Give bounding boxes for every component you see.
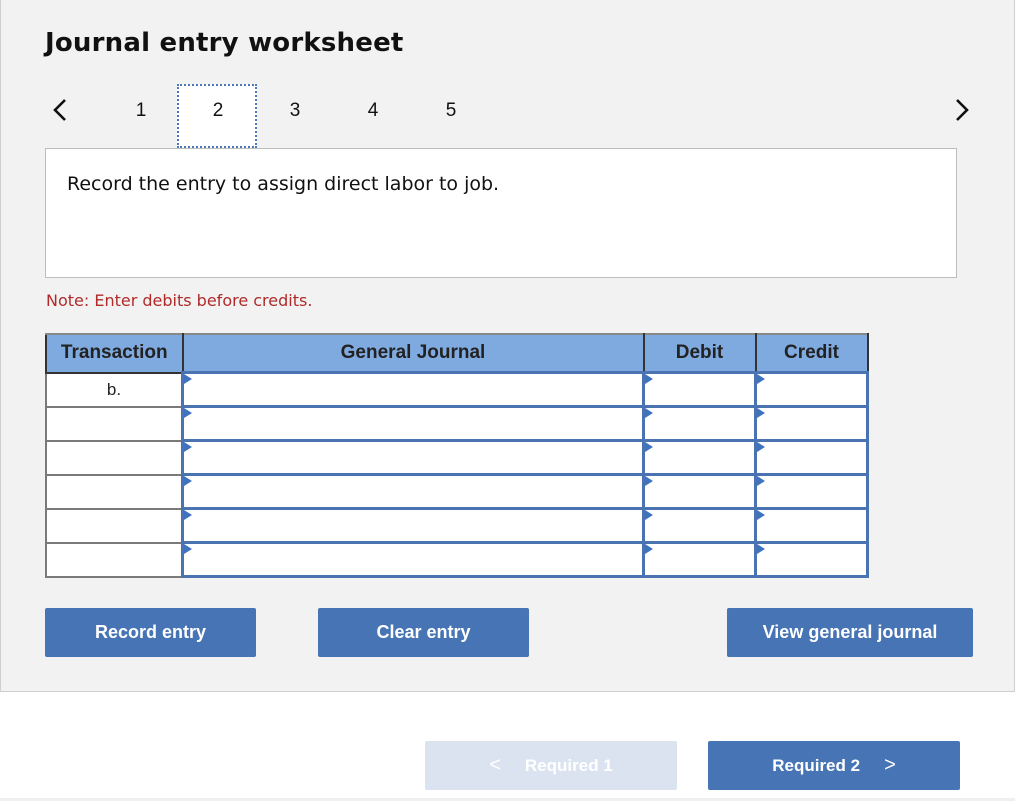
page-title: Journal entry worksheet: [45, 28, 404, 58]
credit-input[interactable]: [754, 507, 869, 544]
debit-input[interactable]: [642, 473, 757, 510]
worksheet-panel: Journal entry worksheet 1 2 3 4 5 Record…: [0, 0, 1015, 692]
chevron-left-icon: <: [489, 754, 501, 776]
account-input[interactable]: [181, 439, 645, 476]
step-1[interactable]: 1: [126, 100, 156, 122]
transaction-cell: [45, 405, 184, 442]
credit-input[interactable]: [754, 541, 869, 578]
table-row: b.: [45, 371, 869, 408]
required-1-button: < Required 1: [425, 741, 677, 790]
clear-entry-button[interactable]: Clear entry: [318, 608, 529, 657]
debit-input[interactable]: [642, 405, 757, 442]
required-1-label: Required 1: [524, 755, 613, 775]
step-3[interactable]: 3: [280, 100, 310, 122]
note-text: Note: Enter debits before credits.: [46, 291, 313, 310]
table-row: [45, 541, 869, 578]
account-input[interactable]: [181, 541, 645, 578]
step-5[interactable]: 5: [436, 100, 466, 122]
transaction-cell: b.: [45, 371, 184, 408]
header-debit: Debit: [642, 333, 757, 374]
header-transaction: Transaction: [45, 333, 184, 374]
table-row: [45, 405, 869, 442]
account-input[interactable]: [181, 473, 645, 510]
prompt-text: Record the entry to assign direct labor …: [67, 173, 500, 195]
account-input[interactable]: [181, 507, 645, 544]
header-general-journal: General Journal: [181, 333, 645, 374]
transaction-cell: [45, 439, 184, 476]
debit-input[interactable]: [642, 541, 757, 578]
account-input[interactable]: [181, 371, 645, 408]
debit-input[interactable]: [642, 507, 757, 544]
journal-table: Transaction General Journal Debit Credit…: [45, 333, 869, 578]
transaction-cell: [45, 507, 184, 544]
prompt-box: Record the entry to assign direct labor …: [45, 148, 957, 278]
account-input[interactable]: [181, 405, 645, 442]
required-2-label: Required 2: [772, 755, 861, 775]
credit-input[interactable]: [754, 405, 869, 442]
view-general-journal-button[interactable]: View general journal: [727, 608, 973, 657]
chevron-right-icon: >: [884, 754, 896, 776]
step-2[interactable]: 2: [203, 100, 233, 122]
required-2-button[interactable]: Required 2 >: [708, 741, 960, 790]
step-4[interactable]: 4: [358, 100, 388, 122]
bottom-divider: [0, 798, 1015, 801]
table-header-row: Transaction General Journal Debit Credit: [45, 333, 869, 374]
record-entry-button[interactable]: Record entry: [45, 608, 256, 657]
credit-input[interactable]: [754, 439, 869, 476]
debit-input[interactable]: [642, 439, 757, 476]
table-row: [45, 507, 869, 544]
next-step-icon[interactable]: [953, 96, 971, 124]
table-row: [45, 473, 869, 510]
table-row: [45, 439, 869, 476]
prev-step-icon[interactable]: [51, 96, 69, 124]
debit-input[interactable]: [642, 371, 757, 408]
credit-input[interactable]: [754, 473, 869, 510]
header-credit: Credit: [754, 333, 869, 374]
transaction-cell: [45, 473, 184, 510]
credit-input[interactable]: [754, 371, 869, 408]
transaction-cell: [45, 541, 184, 578]
